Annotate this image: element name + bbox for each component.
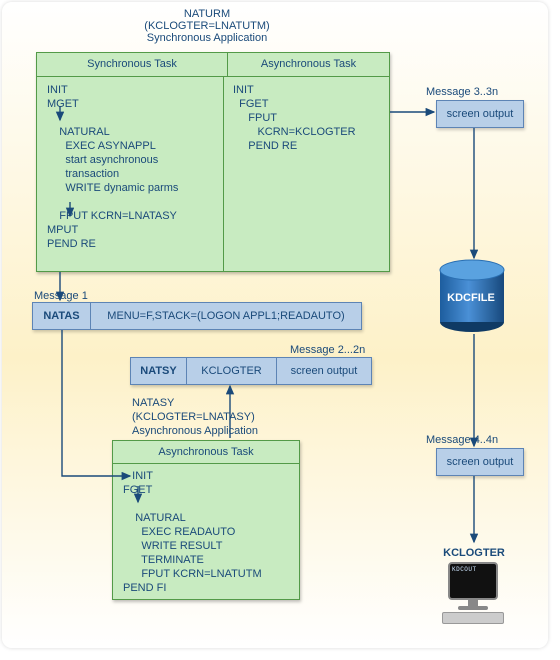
sync-box: Synchronous Task Asynchronous Task INIT … — [36, 52, 390, 272]
title-block: NATURM (KCLOGTER=LNATUTM) Synchronous Ap… — [97, 8, 317, 44]
sync-header-right: Asynchronous Task — [228, 53, 389, 77]
screen-output-bottom: screen output — [436, 448, 524, 476]
async-box-code: INIT FGET NATURAL EXEC READAUTO WRITE RE… — [123, 469, 262, 595]
title-l2: (KCLOGTER=LNATUTM) — [97, 20, 317, 32]
msg1-cell1: NATAS — [33, 303, 91, 329]
async-box-header: Asynchronous Task — [113, 441, 299, 464]
sync-right-code: INIT FGET FPUT KCRN=KCLOGTER PEND RE — [233, 83, 356, 153]
title-l3: Synchronous Application — [97, 32, 317, 44]
async-app-l1: NATASY — [132, 396, 258, 410]
async-app-label: NATASY (KCLOGTER=LNATASY) Asynchronous A… — [132, 396, 258, 438]
msg1-cell2: MENU=F,STACK=(LOGON APPL1;READAUTO) — [91, 303, 361, 329]
msg2-box: NATSY KCLOGTER screen output — [130, 357, 372, 385]
kclogter-label: KCLOGTER — [434, 547, 514, 559]
screen-output-bottom-text: screen output — [447, 456, 514, 468]
msg3-label: Message 3..3n — [426, 86, 498, 98]
sync-header-left: Synchronous Task — [37, 53, 228, 77]
sync-vdivider — [223, 77, 224, 271]
async-box: Asynchronous Task INIT FGET NATURAL EXEC… — [112, 440, 300, 600]
kdcfile-label: KDCFILE — [440, 292, 502, 304]
async-app-l2: (KCLOGTER=LNATASY) — [132, 410, 258, 424]
screen-output-top: screen output — [436, 100, 524, 128]
msg2-label: Message 2...2n — [290, 344, 365, 356]
terminal-icon: KDCOUT — [442, 562, 504, 624]
msg1-box: NATAS MENU=F,STACK=(LOGON APPL1;READAUTO… — [32, 302, 362, 330]
msg4-label: Message 4..4n — [426, 434, 498, 446]
msg2-cell2: KCLOGTER — [187, 358, 277, 384]
screen-output-top-text: screen output — [447, 108, 514, 120]
msg2-cell3: screen output — [277, 358, 371, 384]
terminal-screen-text: KDCOUT — [450, 564, 496, 575]
async-app-l3: Asynchronous Application — [132, 424, 258, 438]
diagram-canvas: NATURM (KCLOGTER=LNATUTM) Synchronous Ap… — [2, 2, 548, 648]
sync-left-code: INIT MGET NATURAL EXEC ASYNAPPL start as… — [47, 83, 178, 251]
msg2-cell1: NATSY — [131, 358, 187, 384]
title-l1: NATURM — [97, 8, 317, 20]
msg1-label: Message 1 — [34, 290, 88, 302]
